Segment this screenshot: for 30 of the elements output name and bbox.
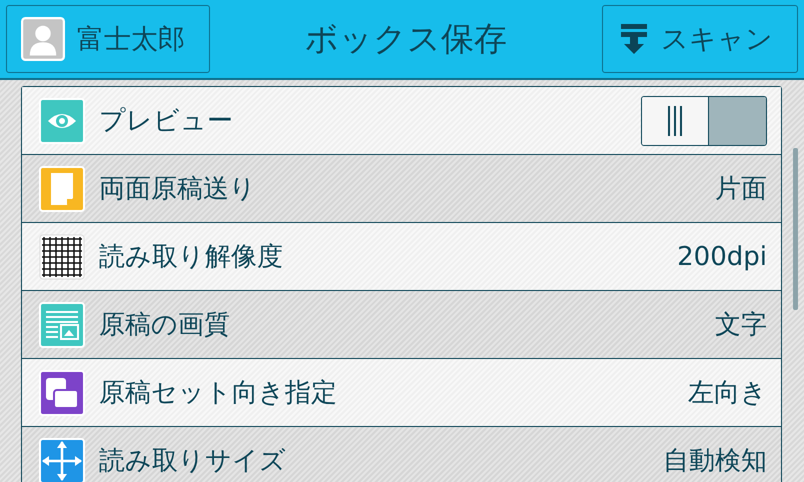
setting-row[interactable]: 原稿セット向き指定 左向き (22, 359, 781, 427)
scan-button[interactable]: スキャン (602, 5, 798, 73)
user-avatar-icon (21, 17, 65, 61)
setting-value: 左向き (688, 377, 767, 410)
preview-toggle[interactable] (641, 96, 767, 146)
setting-label: 原稿セット向き指定 (99, 377, 338, 410)
document-icon (39, 166, 85, 212)
setting-label: プレビュー (99, 105, 234, 138)
scan-icon (619, 22, 649, 56)
screen-title: ボックス保存 (304, 18, 508, 60)
setting-value: 文字 (715, 309, 767, 342)
setting-value: 自動検知 (663, 445, 767, 478)
setting-value: 200dpi (677, 242, 767, 272)
setting-row[interactable]: 両面原稿送り 片面 (22, 155, 781, 223)
grid-icon (39, 234, 85, 280)
scrollbar[interactable] (793, 148, 798, 310)
setting-label: 読み取りサイズ (99, 445, 287, 478)
setting-value: 片面 (715, 173, 767, 206)
setting-row[interactable]: 原稿の画質 文字 (22, 291, 781, 359)
setting-row[interactable]: 読み取りサイズ 自動検知 (22, 427, 781, 482)
setting-label: 原稿の画質 (99, 309, 231, 342)
arrows-icon (39, 438, 85, 482)
setting-row[interactable]: 読み取り解像度 200dpi (22, 223, 781, 291)
setting-label: 両面原稿送り (99, 173, 257, 206)
setting-label: 読み取り解像度 (99, 241, 284, 274)
overlapping-pages-icon (39, 370, 85, 416)
text-image-icon (39, 302, 85, 348)
user-button[interactable]: 富士太郎 (6, 5, 210, 73)
setting-row[interactable]: プレビュー (22, 87, 781, 155)
eye-icon (39, 98, 85, 144)
